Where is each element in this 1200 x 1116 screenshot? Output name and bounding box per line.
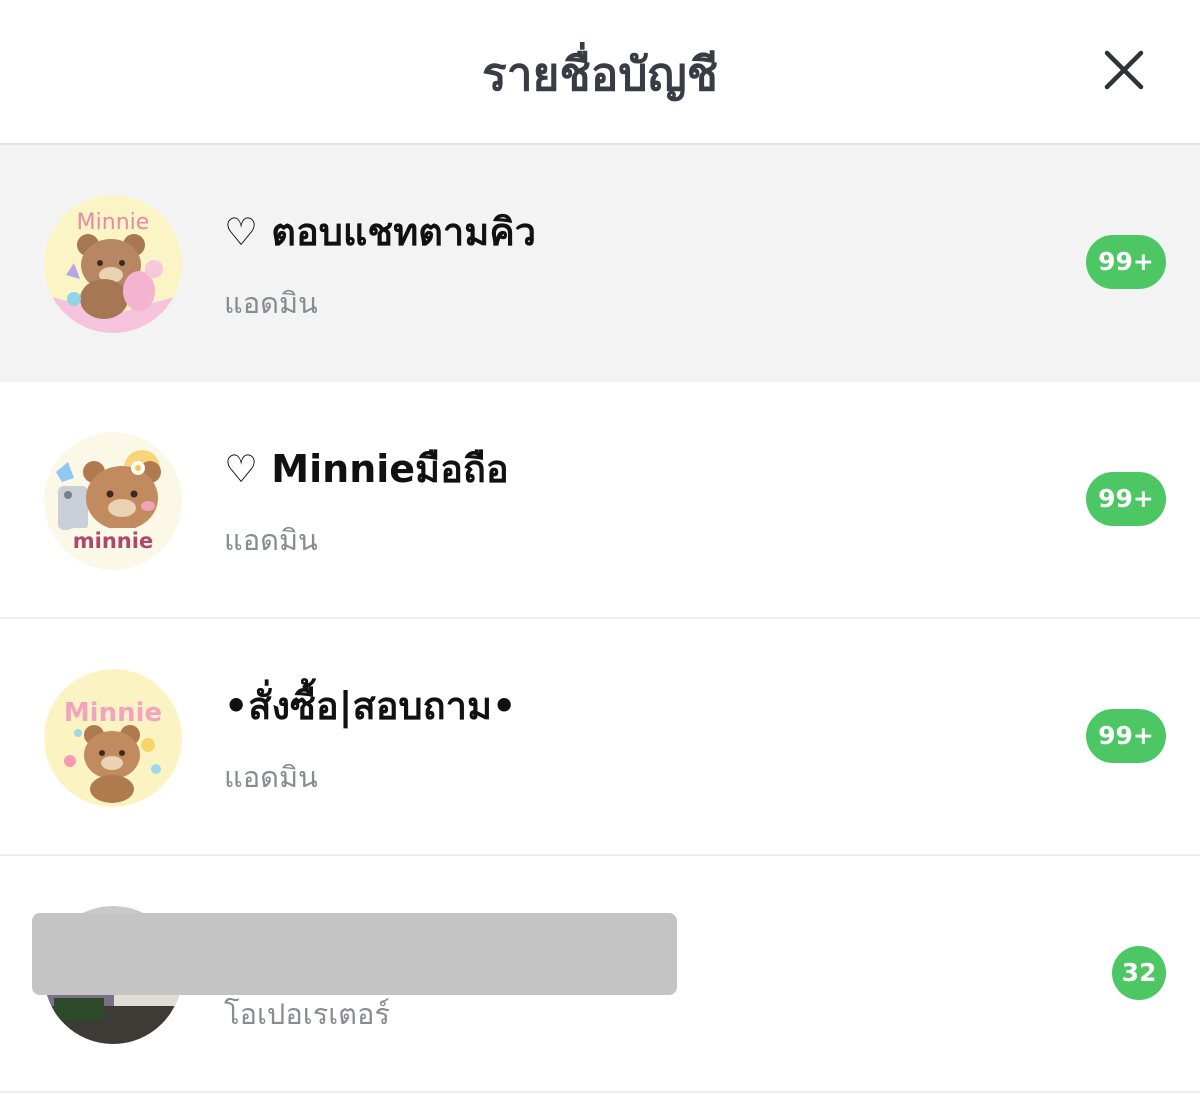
redaction-bar	[32, 913, 677, 995]
unread-badge: 99+	[1086, 472, 1166, 526]
unread-badge: 99+	[1086, 709, 1166, 763]
avatar-logo-text: Minnie	[77, 210, 150, 235]
account-row[interactable]: Minnie ♡ ตอบแชทตามคิว แอดมิน 99+	[0, 145, 1200, 382]
account-role: แอดมิน	[224, 286, 318, 320]
close-icon	[1104, 50, 1144, 90]
close-button[interactable]	[1098, 46, 1150, 98]
unread-badge: 32	[1112, 946, 1166, 1000]
account-role: แอดมิน	[224, 523, 318, 557]
avatar: Minnie	[44, 669, 182, 807]
account-name: ♡ Minnieมือถือ	[224, 447, 509, 491]
avatar-logo-text: Minnie	[64, 698, 162, 728]
account-name: ♡ ตอบแชทตามคิว	[224, 210, 537, 254]
avatar-logo-text: minnie	[73, 529, 153, 553]
account-name: •สั่งซื้อ|สอบถาม•	[224, 684, 517, 728]
account-row[interactable]: Minnie •สั่งซื้อ|สอบถาม• แอดมิน 99+	[0, 619, 1200, 856]
page-title: รายชื่อบัญชี	[482, 47, 718, 101]
account-role: แอดมิน	[224, 760, 318, 794]
unread-badge: 99+	[1086, 235, 1166, 289]
avatar: minnie	[44, 432, 182, 570]
header: รายชื่อบัญชี	[0, 0, 1200, 145]
account-row[interactable]: minnie ♡ Minnieมือถือ แอดมิน 99+	[0, 382, 1200, 619]
account-role: โอเปอเรเตอร์	[224, 997, 390, 1031]
avatar: Minnie	[44, 195, 182, 333]
